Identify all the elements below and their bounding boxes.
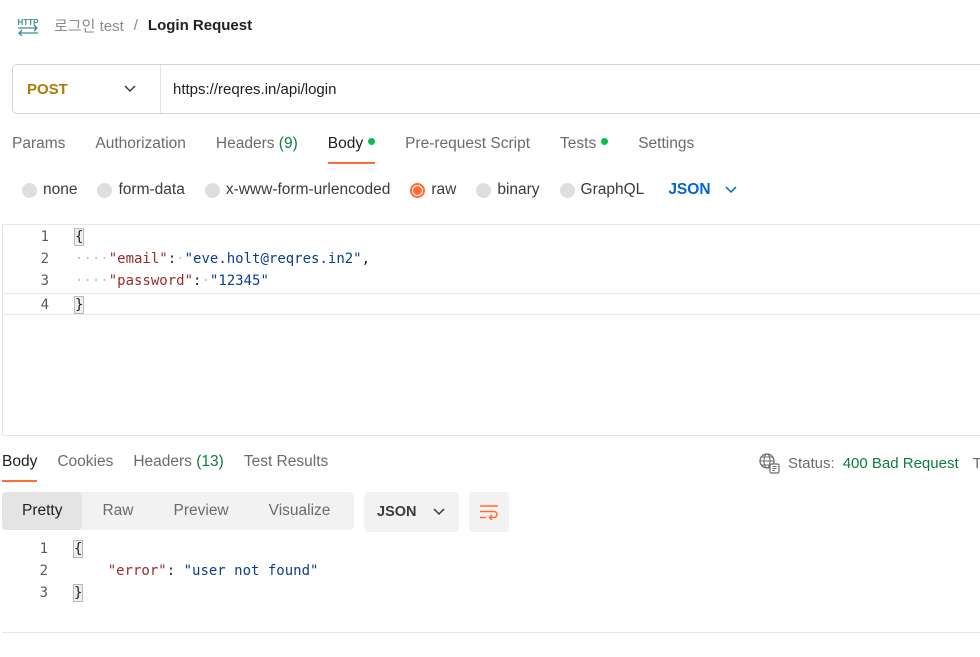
line-number: 2 (39, 563, 48, 579)
radio-binary[interactable]: binary (476, 181, 540, 199)
response-tab-body[interactable]: Body (2, 446, 38, 482)
view-pretty-button[interactable]: Pretty (2, 492, 83, 530)
line-number: 1 (39, 541, 48, 557)
wrap-lines-button[interactable] (469, 492, 509, 532)
open-brace: { (72, 540, 84, 558)
wrap-lines-icon (480, 505, 498, 520)
code-line-active: 4 } (3, 293, 980, 315)
response-tab-headers[interactable]: Headers (13) (133, 446, 223, 482)
radio-button[interactable] (476, 182, 492, 198)
tab-tests[interactable]: Tests (560, 128, 609, 164)
body-format-label: JSON (668, 181, 711, 198)
url-bar: POST (12, 64, 980, 114)
response-body-viewer[interactable]: 1 { 2 "error": "user not found" 3 } (2, 538, 980, 633)
radio-graphql[interactable]: GraphQL (559, 181, 644, 199)
radio-button-checked[interactable] (410, 182, 426, 198)
radio-button[interactable] (204, 182, 220, 198)
method-select[interactable]: POST (13, 65, 161, 113)
svg-text:HTTP: HTTP (18, 18, 40, 27)
body-indicator-dot (368, 138, 376, 146)
response-tab-test-results[interactable]: Test Results (244, 446, 328, 482)
code-line: 2 "error": "user not found" (2, 560, 980, 582)
json-value: "eve.holt@reqres.in2" (184, 251, 362, 267)
radio-x-www-form-urlencoded[interactable]: x-www-form-urlencoded (204, 181, 390, 199)
code-line: 1 { (3, 226, 980, 248)
code-line: 3 ····"password":·"12345" (3, 270, 980, 292)
status-label: Status: (788, 454, 835, 472)
chevron-down-icon (124, 85, 136, 93)
line-number: 1 (40, 229, 49, 245)
response-tabs: Body Cookies Headers (13) Test Results (2, 446, 348, 482)
code-line: 3 } (2, 582, 980, 604)
breadcrumb-separator: / (133, 16, 138, 34)
radio-button[interactable] (559, 182, 575, 198)
chevron-down-icon (725, 186, 737, 194)
body-format-dropdown[interactable]: JSON (668, 181, 737, 199)
breadcrumb: HTTP 로그인 test / Login Request (16, 12, 252, 38)
open-brace: { (73, 228, 85, 246)
radio-none[interactable]: none (22, 181, 77, 199)
request-body-editor[interactable]: 1 { 2 ····"email":·"eve.holt@reqres.in2"… (2, 224, 980, 436)
json-value: "12345" (209, 273, 269, 289)
response-format-label: JSON (377, 504, 417, 520)
code-line: 1 { (2, 538, 980, 560)
line-number: 2 (40, 251, 49, 267)
close-brace: } (72, 584, 84, 602)
tab-params[interactable]: Params (12, 128, 65, 164)
response-format-dropdown[interactable]: JSON (364, 492, 459, 532)
line-number: 4 (40, 297, 49, 313)
request-tabs: Params Authorization Headers (9) Body Pr… (12, 128, 724, 164)
status-trailing: T (972, 454, 980, 472)
globe-network-icon[interactable] (758, 452, 780, 474)
tab-body[interactable]: Body (327, 128, 376, 164)
body-type-selector: none form-data x-www-form-urlencoded raw… (22, 179, 737, 201)
tab-pre-request-script[interactable]: Pre-request Script (405, 128, 530, 164)
line-number: 3 (39, 585, 48, 601)
tab-headers[interactable]: Headers (9) (216, 128, 298, 164)
radio-button[interactable] (97, 182, 113, 198)
breadcrumb-parent[interactable]: 로그인 test (54, 15, 124, 36)
response-headers-count: (13) (196, 453, 224, 470)
response-status: Status: 400 Bad Request T (758, 452, 980, 474)
radio-raw[interactable]: raw (410, 181, 456, 199)
request-name[interactable]: Login Request (148, 17, 252, 34)
method-label: POST (27, 80, 68, 98)
close-brace: } (73, 296, 85, 314)
json-key: "email" (108, 251, 168, 267)
json-key: "error" (107, 563, 167, 579)
view-visualize-button[interactable]: Visualize (249, 492, 351, 530)
view-raw-button[interactable]: Raw (82, 492, 153, 530)
headers-count: (9) (278, 135, 298, 152)
view-preview-button[interactable]: Preview (154, 492, 249, 530)
chevron-down-icon (433, 508, 445, 516)
tests-indicator-dot (601, 138, 609, 146)
json-key: "password" (108, 273, 194, 289)
response-view-group: Pretty Raw Preview Visualize (2, 492, 354, 530)
status-value[interactable]: 400 Bad Request (843, 455, 959, 472)
line-number: 3 (40, 273, 49, 289)
radio-form-data[interactable]: form-data (97, 181, 185, 199)
response-tab-cookies[interactable]: Cookies (57, 446, 113, 482)
json-value: "user not found" (183, 563, 319, 579)
tab-settings[interactable]: Settings (638, 128, 694, 164)
url-input[interactable] (161, 80, 980, 98)
http-icon: HTTP (18, 18, 40, 36)
code-line: 2 ····"email":·"eve.holt@reqres.in2", (3, 248, 980, 270)
radio-button[interactable] (22, 182, 37, 198)
tab-authorization[interactable]: Authorization (95, 128, 185, 164)
